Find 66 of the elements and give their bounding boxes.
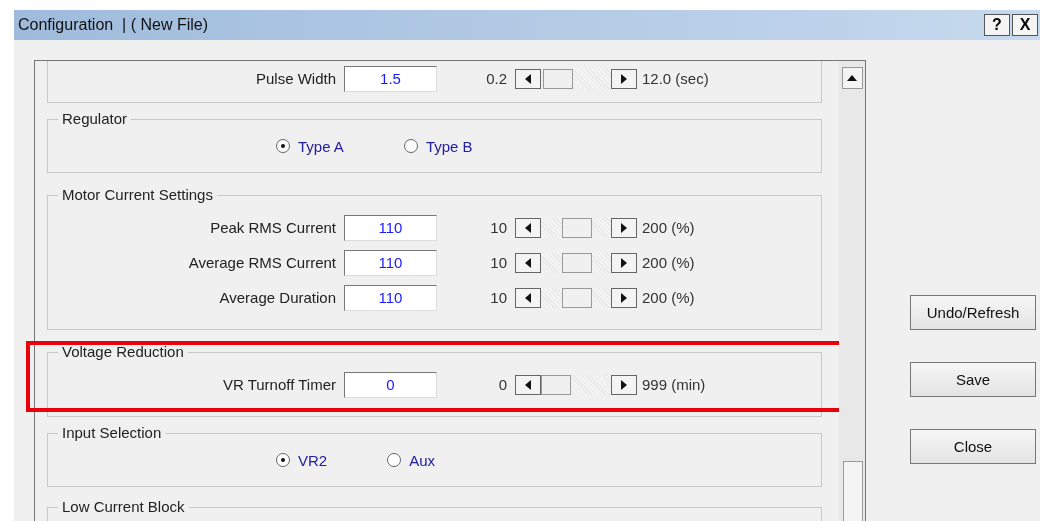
field-label: Average Duration bbox=[218, 289, 336, 306]
radio-option[interactable]: Aux bbox=[387, 451, 436, 469]
left-arrow-icon bbox=[524, 378, 532, 391]
min-label: 10 bbox=[489, 254, 507, 271]
value-field[interactable]: 0 bbox=[344, 371, 437, 398]
field-label: Peak RMS Current bbox=[209, 219, 336, 236]
scroll-right-button[interactable] bbox=[611, 374, 637, 395]
radio-option[interactable]: VR2 bbox=[276, 451, 328, 469]
radio-button[interactable] bbox=[403, 139, 418, 153]
radio-button[interactable] bbox=[276, 139, 290, 153]
vertical-scrollbar[interactable] bbox=[839, 61, 865, 521]
help-button[interactable]: ? bbox=[984, 14, 1010, 36]
field-label: Average RMS Current bbox=[187, 254, 336, 271]
scroll-left-button[interactable] bbox=[515, 68, 541, 89]
scroll-right-button[interactable] bbox=[611, 68, 637, 89]
scroll-left-button[interactable] bbox=[515, 252, 541, 273]
group-title: Regulator bbox=[58, 110, 132, 128]
window-title: Configuration | ( New File) bbox=[18, 16, 209, 34]
value-field[interactable]: 1.5 bbox=[344, 65, 437, 92]
group-title: Motor Current Settings bbox=[58, 186, 217, 204]
dialog-button[interactable]: Close bbox=[910, 429, 1036, 464]
min-label: 10 bbox=[489, 219, 507, 236]
max-label: 200 (%) bbox=[642, 289, 696, 306]
max-label: 12.0 (sec) bbox=[642, 70, 710, 87]
dialog-button[interactable]: Save bbox=[910, 362, 1036, 397]
field-label: Pulse Width bbox=[254, 70, 336, 87]
slider-thumb[interactable] bbox=[543, 68, 574, 89]
radio-option[interactable]: Type B bbox=[403, 137, 473, 155]
scroll-left-button[interactable] bbox=[515, 374, 541, 395]
radio-option[interactable]: Type A bbox=[276, 137, 344, 155]
left-arrow-icon bbox=[524, 221, 532, 234]
slider-thumb[interactable] bbox=[562, 252, 592, 273]
slider-thumb[interactable] bbox=[541, 374, 571, 395]
window-close-button[interactable]: X bbox=[1012, 14, 1038, 36]
scroll-up-button[interactable] bbox=[841, 67, 863, 89]
value-field[interactable]: 110 bbox=[344, 214, 437, 241]
scrollbar-thumb[interactable] bbox=[843, 461, 863, 521]
max-label: 999 (min) bbox=[642, 376, 707, 393]
left-arrow-icon bbox=[524, 256, 532, 269]
scroll-right-button[interactable] bbox=[611, 217, 637, 238]
scroll-left-button[interactable] bbox=[515, 217, 541, 238]
right-arrow-icon bbox=[620, 221, 628, 234]
scroll-left-button[interactable] bbox=[515, 287, 541, 308]
radio-button[interactable] bbox=[387, 453, 402, 467]
slider-thumb[interactable] bbox=[562, 287, 592, 308]
group-title: Input Selection bbox=[58, 424, 166, 442]
value-field[interactable]: 110 bbox=[344, 284, 437, 311]
right-arrow-icon bbox=[620, 378, 628, 391]
left-arrow-icon bbox=[524, 291, 532, 304]
slider-thumb[interactable] bbox=[562, 217, 592, 238]
dialog-button[interactable]: Undo/Refresh bbox=[910, 295, 1036, 330]
right-arrow-icon bbox=[620, 291, 628, 304]
right-arrow-icon bbox=[620, 72, 628, 85]
max-label: 200 (%) bbox=[642, 219, 696, 236]
up-arrow-icon bbox=[846, 74, 858, 82]
max-label: 200 (%) bbox=[642, 254, 696, 271]
field-label: VR Turnoff Timer bbox=[221, 376, 336, 393]
min-label: 0.2 bbox=[485, 70, 507, 87]
min-label: 0 bbox=[497, 376, 507, 393]
radio-button[interactable] bbox=[276, 453, 290, 467]
right-arrow-icon bbox=[620, 256, 628, 269]
value-field[interactable]: 110 bbox=[344, 249, 437, 276]
left-arrow-icon bbox=[524, 72, 532, 85]
scroll-right-button[interactable] bbox=[611, 287, 637, 308]
scroll-right-button[interactable] bbox=[611, 252, 637, 273]
min-label: 10 bbox=[489, 289, 507, 306]
